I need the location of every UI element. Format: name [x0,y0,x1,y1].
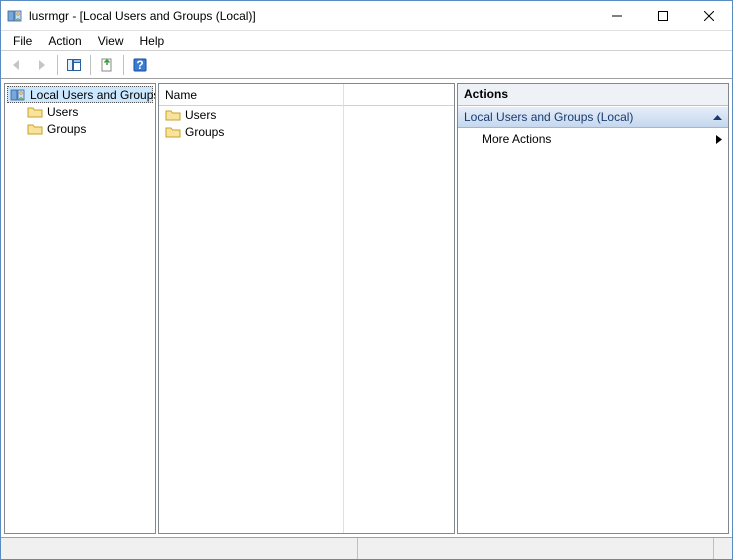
menu-action[interactable]: Action [40,32,89,50]
menu-bar: File Action View Help [1,31,732,51]
help-button[interactable]: ? [128,53,152,77]
tree-root-label: Local Users and Groups (Local) [30,88,156,102]
actions-section[interactable]: Local Users and Groups (Local) [458,106,728,128]
tree-item-users[interactable]: Users [25,103,153,120]
actions-pane: Actions Local Users and Groups (Local) M… [457,83,729,534]
menu-file[interactable]: File [5,32,40,50]
app-icon [7,8,23,24]
actions-header: Actions [458,84,728,106]
show-hide-tree-button[interactable] [62,53,86,77]
export-list-button[interactable] [95,53,119,77]
list-column-blank [344,84,454,533]
toolbar-separator [123,55,124,75]
tree-root[interactable]: Local Users and Groups (Local) [7,86,153,103]
folder-icon [165,107,181,123]
list-cell: Users [185,108,216,122]
tree-item-label: Groups [47,122,86,136]
folder-icon [27,104,43,120]
tree-item-label: Users [47,105,78,119]
status-cell [358,538,715,559]
close-button[interactable] [686,1,732,30]
forward-button[interactable] [29,53,53,77]
folder-icon [27,121,43,137]
menu-help[interactable]: Help [132,32,173,50]
list-pane: Name Users Groups [158,83,455,534]
status-cell [1,538,358,559]
column-header-blank[interactable] [344,84,454,106]
resize-grip[interactable] [714,538,732,559]
list-column-name: Name Users Groups [159,84,344,533]
tree-item-groups[interactable]: Groups [25,120,153,137]
maximize-button[interactable] [640,1,686,30]
list-cell: Groups [185,125,224,139]
tree-pane: Local Users and Groups (Local) Users Gro… [4,83,156,534]
column-header-name[interactable]: Name [159,84,343,106]
toolbar-separator [57,55,58,75]
list-row-groups[interactable]: Groups [159,123,343,140]
collapse-icon [713,113,722,122]
title-bar: lusrmgr - [Local Users and Groups (Local… [1,1,732,31]
body: Local Users and Groups (Local) Users Gro… [1,79,732,537]
action-more-actions[interactable]: More Actions [458,128,728,150]
window-buttons [594,1,732,30]
menu-view[interactable]: View [90,32,132,50]
window-title: lusrmgr - [Local Users and Groups (Local… [29,9,594,23]
submenu-arrow-icon [716,135,722,144]
users-groups-icon [10,87,26,103]
svg-text:?: ? [136,58,143,72]
list-row-users[interactable]: Users [159,106,343,123]
folder-icon [165,124,181,140]
status-bar [1,537,732,559]
minimize-button[interactable] [594,1,640,30]
window: lusrmgr - [Local Users and Groups (Local… [0,0,733,560]
back-button[interactable] [5,53,29,77]
toolbar: ? [1,51,732,79]
toolbar-separator [90,55,91,75]
